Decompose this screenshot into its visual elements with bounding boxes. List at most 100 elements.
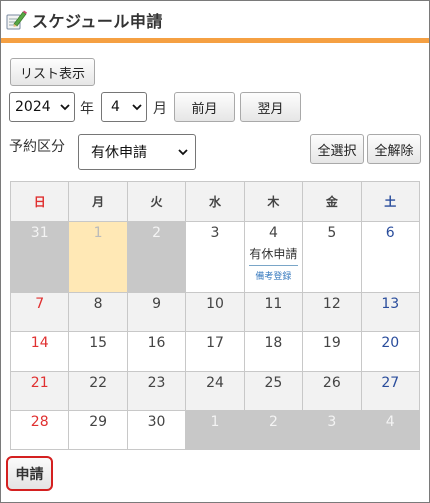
calendar-week-row: 14 15 16 17 18 19 20 [9, 331, 421, 372]
calendar-day-cell[interactable]: 9 [126, 292, 187, 333]
weekday-header: 月 [68, 181, 128, 222]
calendar-day-cell[interactable]: 4 有休申請 備考登録 [243, 220, 304, 294]
month-select-value: 4 [111, 99, 120, 115]
calendar-day-cell[interactable]: 2 [126, 220, 187, 294]
weekday-header: 水 [185, 181, 245, 222]
day-number: 1 [210, 413, 220, 430]
calendar-day-cell[interactable]: 17 [185, 331, 245, 372]
weekday-header-row: 日 月 火 水 木 金 土 [9, 181, 421, 222]
day-number: 18 [264, 335, 283, 352]
day-number: 4 [268, 225, 278, 241]
day-number: 11 [264, 296, 283, 313]
day-number: 3 [210, 225, 220, 241]
day-number: 8 [93, 296, 103, 313]
calendar-day-cell[interactable]: 15 [68, 331, 128, 372]
day-number: 7 [35, 296, 45, 313]
calendar-week-row: 28 29 30 1 2 3 4 [9, 409, 421, 451]
weekday-header: 金 [302, 181, 362, 222]
weekday-header: 土 [360, 181, 421, 222]
year-suffix-label: 年 [80, 101, 94, 117]
reservation-type-select[interactable]: 有休申請 [78, 134, 196, 170]
clear-all-button[interactable]: 全解除 [367, 134, 421, 164]
day-number: 20 [381, 335, 400, 352]
calendar-week-row: 31 1 2 3 4 有休申請 備考登録 5 6 [9, 220, 421, 294]
day-number: 24 [206, 374, 224, 391]
day-number: 21 [30, 374, 49, 391]
calendar-day-cell[interactable]: 22 [68, 370, 128, 411]
calendar-day-cell[interactable]: 26 [302, 370, 362, 411]
day-number: 5 [327, 225, 337, 241]
list-view-button[interactable]: リスト表示 [10, 58, 95, 86]
title-bar: スケジュール申請 [1, 1, 429, 38]
calendar-day-cell[interactable]: 23 [126, 370, 187, 411]
calendar-day-cell[interactable]: 1 [185, 409, 245, 451]
calendar-day-cell[interactable]: 28 [9, 409, 70, 451]
calendar-day-cell[interactable]: 31 [9, 220, 70, 294]
day-number: 23 [147, 374, 166, 391]
calendar-day-cell[interactable]: 10 [185, 292, 245, 333]
note-register-link[interactable]: 備考登録 [255, 269, 291, 282]
weekday-header: 木 [243, 181, 304, 222]
calendar-day-cell[interactable]: 3 [185, 220, 245, 294]
month-suffix-label: 月 [153, 101, 167, 117]
calendar-week-row: 21 22 23 24 25 26 27 [9, 370, 421, 411]
calendar-day-cell[interactable]: 3 [302, 409, 362, 451]
day-number: 9 [152, 296, 162, 313]
day-number: 12 [322, 296, 341, 313]
calendar-day-cell[interactable]: 8 [68, 292, 128, 333]
weekday-header: 日 [9, 181, 70, 222]
next-month-button[interactable]: 翌月 [240, 92, 301, 122]
calendar-day-cell[interactable]: 20 [360, 331, 421, 372]
calendar-day-cell[interactable]: 16 [126, 331, 187, 372]
day-number: 31 [30, 225, 49, 241]
day-number: 17 [206, 335, 224, 352]
day-number: 4 [385, 413, 395, 430]
reservation-type-value: 有休申請 [91, 145, 147, 161]
year-select[interactable]: 2024 [9, 92, 75, 122]
calendar-day-cell-selected[interactable]: 1 [68, 220, 128, 294]
calendar-day-cell[interactable]: 13 [360, 292, 421, 333]
day-number: 6 [385, 225, 395, 241]
month-select[interactable]: 4 [101, 92, 147, 122]
page-title: スケジュール申請 [32, 11, 163, 31]
calendar-day-cell[interactable]: 4 [360, 409, 421, 451]
calendar-day-cell[interactable]: 24 [185, 370, 245, 411]
select-all-button[interactable]: 全選択 [310, 134, 364, 164]
calendar-day-cell[interactable]: 29 [68, 409, 128, 451]
calendar-week-row: 7 8 9 10 11 12 13 [9, 292, 421, 333]
calendar-day-cell[interactable]: 27 [360, 370, 421, 411]
chevron-down-icon [178, 149, 188, 156]
calendar-day-cell[interactable]: 12 [302, 292, 362, 333]
calendar-day-cell[interactable]: 14 [9, 331, 70, 372]
calendar-day-cell[interactable]: 6 [360, 220, 421, 294]
calendar-day-cell[interactable]: 21 [9, 370, 70, 411]
calendar-day-cell[interactable]: 25 [243, 370, 304, 411]
day-number: 26 [322, 374, 341, 391]
apply-button[interactable]: 申請 [6, 456, 53, 491]
calendar-day-cell[interactable]: 18 [243, 331, 304, 372]
day-number: 15 [89, 335, 108, 352]
day-number: 28 [30, 413, 49, 430]
pencil-notepad-icon [5, 9, 27, 31]
calendar-day-cell[interactable]: 2 [243, 409, 304, 451]
day-number: 25 [264, 374, 283, 391]
day-number: 2 [268, 413, 278, 430]
calendar-day-cell[interactable]: 11 [243, 292, 304, 333]
day-number: 30 [147, 413, 166, 430]
calendar-day-cell[interactable]: 7 [9, 292, 70, 333]
year-select-value: 2024 [15, 99, 51, 115]
entry-divider [248, 265, 299, 266]
calendar-day-cell[interactable]: 19 [302, 331, 362, 372]
day-number: 10 [206, 296, 224, 313]
calendar-day-cell[interactable]: 5 [302, 220, 362, 294]
day-number: 13 [381, 296, 400, 313]
weekday-header: 火 [126, 181, 187, 222]
chevron-down-icon [132, 104, 142, 111]
day-number: 19 [322, 335, 341, 352]
day-number: 29 [89, 413, 108, 430]
calendar-day-cell[interactable]: 30 [126, 409, 187, 451]
day-number: 22 [89, 374, 108, 391]
day-number: 1 [93, 225, 103, 241]
chevron-down-icon [60, 104, 70, 111]
prev-month-button[interactable]: 前月 [174, 92, 235, 122]
